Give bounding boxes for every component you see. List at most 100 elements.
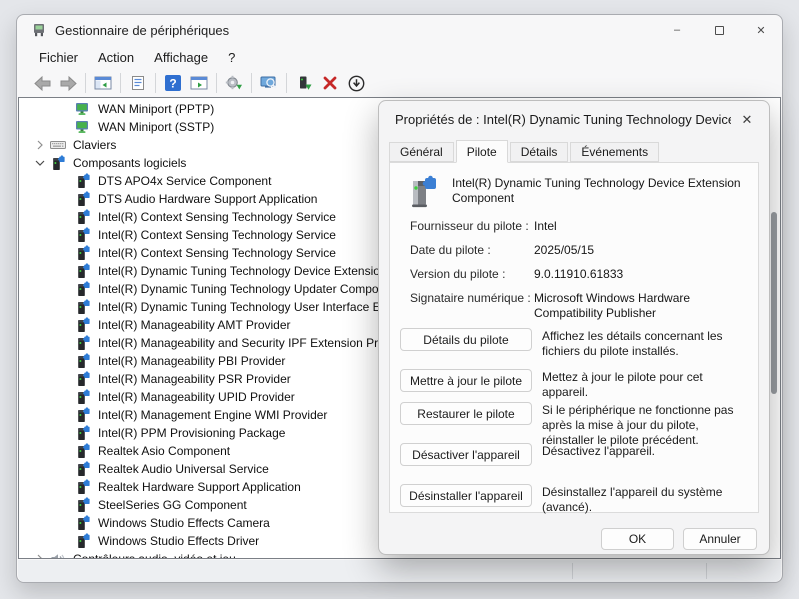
field-value: Microsoft Windows Hardware Compatibility…	[534, 291, 750, 321]
action-description: Mettez à jour le pilote pour cet apparei…	[542, 369, 748, 400]
toolbar-separator	[286, 73, 287, 93]
désinstaller-l-appareil-button[interactable]: Désinstaller l'appareil	[400, 484, 532, 507]
field-label: Fournisseur du pilote :	[410, 219, 534, 233]
tree-item-label: Windows Studio Effects Driver	[98, 534, 259, 548]
dialog-close-icon[interactable]: ✕	[735, 108, 759, 132]
software-icon	[75, 173, 92, 189]
statusbar-divider	[572, 563, 573, 579]
tab-général[interactable]: Général	[389, 142, 454, 162]
svg-text:?: ?	[169, 77, 176, 91]
tree-item-label: DTS Audio Hardware Support Application	[98, 192, 317, 206]
tree-item-label: Intel(R) PPM Provisioning Package	[98, 426, 285, 440]
toolbar-separator	[85, 73, 86, 93]
maximize-icon	[715, 26, 724, 35]
tree-item-label: Claviers	[73, 138, 116, 152]
tree-item-label: Intel(R) Manageability PSR Provider	[98, 372, 291, 386]
tree-item-label: DTS APO4x Service Component	[98, 174, 271, 188]
mettre-à-jour-le-pilote-button[interactable]: Mettre à jour le pilote	[400, 369, 532, 392]
action-description: Désinstallez l'appareil du système (avan…	[542, 484, 748, 515]
chevron-down-icon[interactable]	[34, 156, 50, 170]
console-tree-button[interactable]	[90, 71, 116, 95]
field-label: Version du pilote :	[410, 267, 534, 281]
chevron-right-icon[interactable]	[34, 138, 50, 152]
action-description: Affichez les détails concernant les fich…	[542, 328, 748, 359]
tree-item-label: Intel(R) Context Sensing Technology Serv…	[98, 246, 336, 260]
software-icon	[75, 227, 92, 243]
toolbar: ?	[17, 69, 782, 97]
menu-item-fichier[interactable]: Fichier	[29, 47, 88, 68]
toolbar-separator	[155, 73, 156, 93]
network-icon	[75, 119, 92, 135]
software-icon	[75, 389, 92, 405]
software-icon	[75, 515, 92, 531]
software-icon	[50, 155, 67, 171]
software-icon	[75, 533, 92, 549]
device-manager-app-icon	[31, 22, 47, 38]
toolbar-separator	[216, 73, 217, 93]
driver-fields: Fournisseur du pilote :IntelDate du pilo…	[410, 219, 750, 321]
remote-support-button[interactable]	[256, 71, 282, 95]
tree-item-label: Windows Studio Effects Camera	[98, 516, 270, 530]
software-icon	[75, 425, 92, 441]
cancel-button[interactable]: Annuler	[683, 528, 757, 550]
close-button[interactable]: ✕	[740, 15, 782, 45]
uninstall-device-button[interactable]	[317, 71, 343, 95]
action-pane-button[interactable]	[186, 71, 212, 95]
tree-item-label: Intel(R) Manageability and Security IPF …	[98, 336, 391, 350]
help-button[interactable]: ?	[160, 71, 186, 95]
field-value: Intel	[534, 219, 750, 234]
update-driver-button[interactable]	[291, 71, 317, 95]
back-button[interactable]	[29, 71, 55, 95]
tab-événements[interactable]: Événements	[570, 142, 659, 162]
properties-dialog: Propriétés de : Intel(R) Dynamic Tuning …	[378, 100, 770, 555]
field-row: Version du pilote :9.0.11910.61833	[410, 267, 750, 291]
tree-item-label: Intel(R) Management Engine WMI Provider	[98, 408, 327, 422]
tab-pilote[interactable]: Pilote	[456, 140, 508, 163]
tree-item-label: Contrôleurs audio, vidéo et jeu	[73, 552, 236, 559]
ok-button[interactable]: OK	[601, 528, 674, 550]
software-icon	[75, 353, 92, 369]
forward-button[interactable]	[55, 71, 81, 95]
field-row: Signataire numérique :Microsoft Windows …	[410, 291, 750, 321]
titlebar: Gestionnaire de périphériques – ✕	[17, 15, 782, 45]
tree-item-label: Intel(R) Context Sensing Technology Serv…	[98, 228, 336, 242]
menu-item-action[interactable]: Action	[88, 47, 144, 68]
désactiver-l-appareil-button[interactable]: Désactiver l'appareil	[400, 443, 532, 466]
tree-scrollbar-thumb[interactable]	[771, 212, 777, 394]
action-row: Mettre à jour le pilote Mettez à jour le …	[400, 369, 750, 400]
software-icon	[75, 209, 92, 225]
device-header: Intel(R) Dynamic Tuning Technology Devic…	[404, 174, 754, 210]
action-row: Désinstaller l'appareil Désinstallez l'ap…	[400, 484, 750, 515]
tree-item-label: Intel(R) Manageability AMT Provider	[98, 318, 291, 332]
field-row: Date du pilote :2025/05/15	[410, 243, 750, 267]
chevron-right-icon[interactable]	[34, 552, 50, 559]
software-icon	[75, 191, 92, 207]
audio-icon	[50, 551, 67, 559]
software-icon	[75, 245, 92, 261]
détails-du-pilote-button[interactable]: Détails du pilote	[400, 328, 532, 351]
field-value: 2025/05/15	[534, 243, 750, 258]
maximize-button[interactable]	[698, 15, 740, 45]
tree-item-label: Composants logiciels	[73, 156, 186, 170]
field-label: Signataire numérique :	[410, 291, 534, 305]
menu-item-[interactable]: ?	[218, 47, 245, 68]
minimize-button[interactable]: –	[656, 15, 698, 45]
action-description: Désactivez l'appareil.	[542, 443, 748, 459]
tab-détails[interactable]: Détails	[510, 142, 569, 162]
scan-hardware-button[interactable]	[221, 71, 247, 95]
software-icon	[75, 371, 92, 387]
tree-item-label: SteelSeries GG Component	[98, 498, 247, 512]
tree-item-label: Intel(R) Manageability UPID Provider	[98, 390, 295, 404]
tree-item-label: Intel(R) Dynamic Tuning Technology Updat…	[98, 282, 385, 296]
device-name: Intel(R) Dynamic Tuning Technology Devic…	[452, 174, 754, 210]
tree-item-label: Intel(R) Dynamic Tuning Technology Devic…	[98, 264, 387, 278]
menu-item-affichage[interactable]: Affichage	[144, 47, 218, 68]
software-icon	[75, 317, 92, 333]
disable-device-button[interactable]	[343, 71, 369, 95]
properties-button[interactable]	[125, 71, 151, 95]
software-icon	[75, 335, 92, 351]
field-row: Fournisseur du pilote :Intel	[410, 219, 750, 243]
restaurer-le-pilote-button[interactable]: Restaurer le pilote	[400, 402, 532, 425]
dialog-titlebar: Propriétés de : Intel(R) Dynamic Tuning …	[379, 101, 769, 139]
software-component-device-icon	[404, 174, 440, 210]
